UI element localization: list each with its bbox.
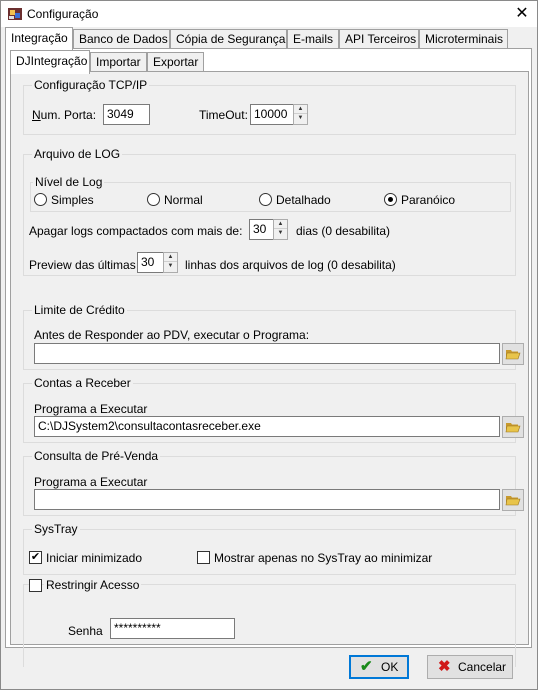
prevenda-group: Consulta de Pré-Venda Programa a Executa… [23,449,524,516]
contas-group: Contas a Receber Programa a Executar C:\… [23,376,524,443]
prevenda-group-title: Consulta de Pré-Venda [32,449,161,463]
x-icon: ✖ [438,658,451,675]
log-level-title: Nível de Log [33,175,105,189]
tab-exportar[interactable]: Exportar [147,52,204,72]
preview-label: Preview das últimas [29,258,136,272]
tab-emails[interactable]: E-mails [287,29,339,49]
iniciar-minimizado-checkbox[interactable]: ✔ [29,551,42,564]
radio-paranoico[interactable] [384,193,397,206]
contas-program-input[interactable]: C:\DJSystem2\consultacontasreceber.exe [34,416,500,437]
contas-group-title: Contas a Receber [32,376,133,390]
iniciar-minimizado-label: Iniciar minimizado [46,551,143,565]
tab-copia-de-seguranca[interactable]: Cópia de Segurança [170,29,287,49]
restringir-acesso-checkbox[interactable] [29,579,42,592]
folder-open-icon [505,423,521,433]
spin-down-icon[interactable]: ▼ [294,114,307,123]
radio-detalhado-label: Detalhado [276,193,331,207]
apagar-label: Apagar logs compactados com mais de: [29,224,243,238]
prevenda-browse-button[interactable] [502,489,524,511]
window-title: Configuração [27,7,99,21]
spin-up-icon[interactable]: ▲ [164,253,177,262]
spin-down-icon[interactable]: ▼ [274,229,287,238]
radio-normal[interactable] [147,193,160,206]
log-group: Arquivo de LOG Nível de Log Simples Norm… [23,147,516,276]
djintegracao-page: Configuração TCP/IP Num. Porta: 3049 Tim… [10,71,529,667]
prevenda-program-input[interactable] [34,489,500,510]
integracao-page: DJIntegração Importar Exportar Configura… [5,48,532,667]
preview-suffix: linhas dos arquivos de log (0 desabilita… [185,258,396,272]
port-input[interactable]: 3049 [103,104,150,125]
contas-browse-button[interactable] [502,416,524,438]
timeout-input[interactable]: 10000 [250,104,294,125]
spin-down-icon[interactable]: ▼ [164,262,177,271]
cancel-button[interactable]: ✖ Cancelar [427,655,513,679]
radio-simples-label: Simples [51,193,94,207]
tab-banco-de-dados[interactable]: Banco de Dados [73,29,170,49]
close-icon: ✕ [515,5,529,22]
systray-group: SysTray ✔ Iniciar minimizado Mostrar ape… [23,522,516,575]
check-icon: ✔ [30,551,41,563]
title-bar: Configuração ✕ [1,1,537,27]
port-label: Num. Porta: [32,108,97,122]
mostrar-systray-checkbox[interactable] [197,551,210,564]
apagar-suffix: dias (0 desabilita) [296,224,391,238]
credito-group-title: Limite de Crédito [32,303,127,317]
ok-button[interactable]: ✔ OK [349,655,409,679]
radio-paranoico-label: Paranóico [401,193,456,207]
credito-label: Antes de Responder ao PDV, executar o Pr… [34,328,310,342]
log-level-group: Nível de Log Simples Normal Detalhado Pa… [30,175,511,212]
credito-program-input[interactable] [34,343,500,364]
configuracao-window: Configuração ✕ Integração Banco de Dados… [0,0,538,690]
radio-simples[interactable] [34,193,47,206]
preview-spinner[interactable]: ▲ ▼ [163,252,178,273]
credito-group: Limite de Crédito Antes de Responder ao … [23,303,524,370]
folder-open-icon [505,496,521,506]
close-button[interactable]: ✕ [507,1,537,27]
timeout-label: TimeOut: [199,108,248,122]
tab-api-terceiros[interactable]: API Terceiros [339,29,419,49]
log-group-title: Arquivo de LOG [32,147,123,161]
tab-microterminais[interactable]: Microterminais [419,29,508,49]
radio-detalhado[interactable] [259,193,272,206]
credito-browse-button[interactable] [502,343,524,365]
contas-label: Programa a Executar [34,402,148,416]
apagar-input[interactable]: 30 [249,219,274,240]
app-icon [8,8,22,20]
check-icon: ✔ [360,658,373,675]
tab-importar[interactable]: Importar [90,52,147,72]
radio-normal-label: Normal [164,193,203,207]
preview-input[interactable]: 30 [137,252,164,273]
senha-label: Senha [68,624,103,638]
senha-input[interactable]: ********** [110,618,235,639]
prevenda-label: Programa a Executar [34,475,148,489]
tcp-group: Configuração TCP/IP Num. Porta: 3049 Tim… [23,78,516,135]
spin-up-icon[interactable]: ▲ [274,220,287,229]
folder-open-icon [505,350,521,360]
mostrar-systray-label: Mostrar apenas no SysTray ao minimizar [214,551,433,565]
apagar-spinner[interactable]: ▲ ▼ [273,219,288,240]
restringir-acesso-label: Restringir Acesso [44,578,142,592]
tab-integracao[interactable]: Integração [5,27,73,51]
systray-group-title: SysTray [32,522,80,536]
spin-up-icon[interactable]: ▲ [294,105,307,114]
tab-djintegracao[interactable]: DJIntegração [10,50,90,74]
timeout-spinner[interactable]: ▲ ▼ [293,104,308,125]
tcp-group-title: Configuração TCP/IP [32,78,150,92]
